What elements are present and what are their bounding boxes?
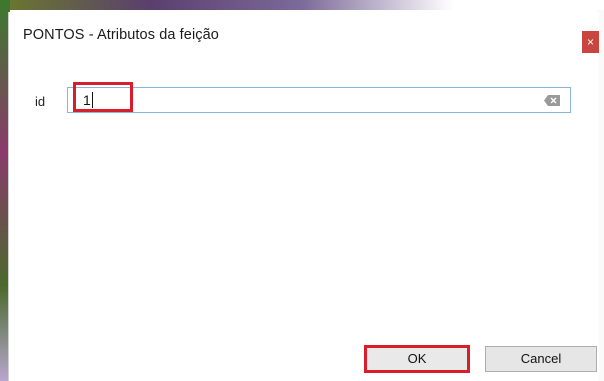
ok-button[interactable]: OK [364, 345, 470, 373]
clear-text-icon[interactable] [544, 95, 560, 106]
feature-attributes-dialog: PONTOS - Atributos da feição × id 1 OK C… [8, 12, 599, 381]
cancel-button[interactable]: Cancel [485, 346, 597, 372]
id-input[interactable]: 1 [67, 87, 571, 113]
desktop-background-top [0, 0, 604, 10]
close-button[interactable]: × [582, 31, 599, 53]
field-label-id: id [35, 94, 46, 109]
dialog-title: PONTOS - Atributos da feição [23, 27, 219, 43]
dialog-titlebar: PONTOS - Atributos da feição × [9, 12, 599, 58]
field-row-id: id 1 [9, 80, 599, 120]
close-icon: × [586, 35, 594, 49]
id-input-value: 1 [83, 92, 93, 108]
